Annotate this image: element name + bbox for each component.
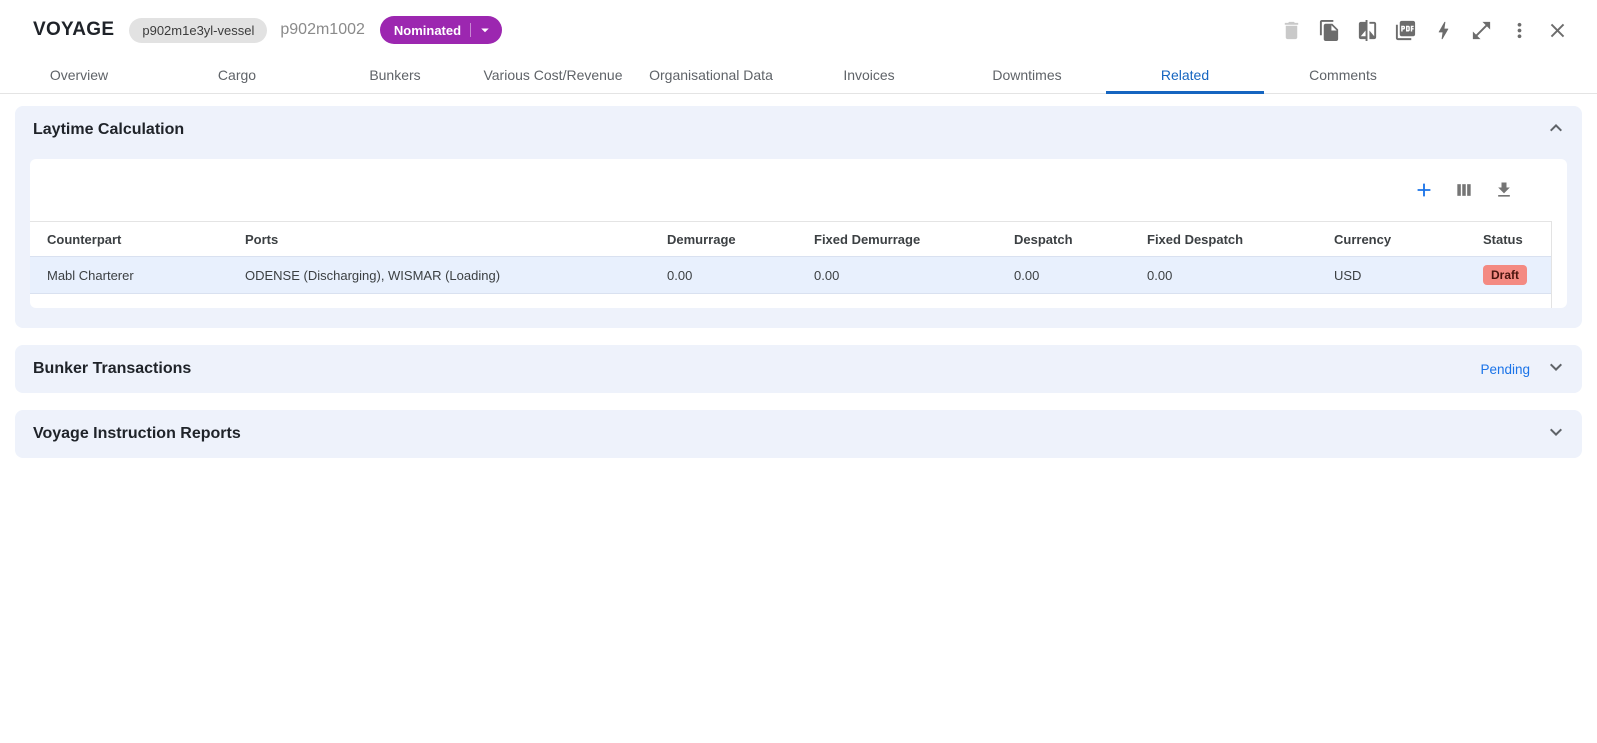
cell-status[interactable]: Draft bbox=[1466, 257, 1551, 294]
add-icon[interactable] bbox=[1413, 179, 1435, 201]
cell-despatch[interactable]: 0.00 bbox=[997, 257, 1130, 294]
voyage-code: p902m1002 bbox=[280, 21, 365, 39]
col-header-demurrage: Demurrage bbox=[650, 222, 797, 257]
laytime-section-header[interactable]: Laytime Calculation bbox=[15, 106, 1582, 154]
laytime-table-zone: Counterpart Ports Demurrage Fixed Demurr… bbox=[30, 221, 1567, 308]
tab-bunkers[interactable]: Bunkers bbox=[316, 60, 474, 93]
table-scrollbar-gutter[interactable] bbox=[1551, 221, 1567, 308]
section-laytime-calculation: Laytime Calculation bbox=[15, 106, 1582, 328]
cell-fixed-despatch[interactable]: 0.00 bbox=[1130, 257, 1317, 294]
laytime-section-title: Laytime Calculation bbox=[33, 121, 184, 139]
col-header-counterpart: Counterpart bbox=[30, 222, 228, 257]
expand-icon[interactable] bbox=[1470, 19, 1493, 42]
tab-bar: Overview Cargo Bunkers Various Cost/Reve… bbox=[0, 60, 1597, 94]
laytime-table-card: Counterpart Ports Demurrage Fixed Demurr… bbox=[30, 159, 1567, 308]
columns-icon[interactable] bbox=[1453, 179, 1475, 201]
voyage-status-label: Nominated bbox=[394, 23, 461, 38]
cell-fixed-demurrage[interactable]: 0.00 bbox=[797, 257, 997, 294]
laytime-table-toolbar bbox=[30, 159, 1567, 221]
cell-currency[interactable]: USD bbox=[1317, 257, 1466, 294]
col-header-despatch: Despatch bbox=[997, 222, 1130, 257]
table-header-row: Counterpart Ports Demurrage Fixed Demurr… bbox=[30, 222, 1551, 257]
col-header-ports: Ports bbox=[228, 222, 650, 257]
col-header-fixed-demurrage: Fixed Demurrage bbox=[797, 222, 997, 257]
download-icon[interactable] bbox=[1493, 179, 1515, 201]
caret-down-icon bbox=[476, 21, 494, 39]
tab-organisational-data[interactable]: Organisational Data bbox=[632, 60, 790, 93]
status-badge: Draft bbox=[1483, 265, 1527, 285]
tab-comments[interactable]: Comments bbox=[1264, 60, 1422, 93]
tab-downtimes[interactable]: Downtimes bbox=[948, 60, 1106, 93]
vir-section-title: Voyage Instruction Reports bbox=[33, 425, 241, 443]
col-header-currency: Currency bbox=[1317, 222, 1466, 257]
col-header-status: Status bbox=[1466, 222, 1551, 257]
main-content: Laytime Calculation bbox=[0, 94, 1597, 458]
page-title: VOYAGE bbox=[33, 19, 114, 41]
table-row[interactable]: Mabl Charterer ODENSE (Discharging), WIS… bbox=[30, 257, 1551, 294]
window-header: VOYAGE p902m1e3yl-vessel p902m1002 Nomin… bbox=[0, 0, 1597, 60]
cell-counterpart[interactable]: Mabl Charterer bbox=[30, 257, 228, 294]
bunker-section-title: Bunker Transactions bbox=[33, 360, 191, 378]
tab-overview[interactable]: Overview bbox=[0, 60, 158, 93]
pending-status-link[interactable]: Pending bbox=[1480, 362, 1530, 377]
bunker-section-header[interactable]: Bunker Transactions Pending bbox=[15, 345, 1582, 393]
pdf-export-icon[interactable] bbox=[1394, 19, 1417, 42]
laytime-section-body: Counterpart Ports Demurrage Fixed Demurr… bbox=[15, 154, 1582, 328]
cell-demurrage[interactable]: 0.00 bbox=[650, 257, 797, 294]
chevron-down-icon[interactable] bbox=[1544, 355, 1568, 384]
tab-various-cost-revenue[interactable]: Various Cost/Revenue bbox=[474, 60, 632, 93]
vir-section-header[interactable]: Voyage Instruction Reports bbox=[15, 410, 1582, 458]
button-divider bbox=[470, 23, 471, 37]
voyage-status-dropdown[interactable]: Nominated bbox=[380, 16, 502, 44]
chevron-up-icon[interactable] bbox=[1544, 116, 1568, 145]
vessel-chip: p902m1e3yl-vessel bbox=[129, 18, 267, 43]
cell-ports[interactable]: ODENSE (Discharging), WISMAR (Loading) bbox=[228, 257, 650, 294]
col-header-fixed-despatch: Fixed Despatch bbox=[1130, 222, 1317, 257]
copy-icon[interactable] bbox=[1318, 19, 1341, 42]
more-options-icon[interactable] bbox=[1508, 19, 1531, 42]
close-icon[interactable] bbox=[1546, 19, 1569, 42]
delete-icon[interactable] bbox=[1280, 19, 1303, 42]
compare-icon[interactable] bbox=[1356, 19, 1379, 42]
tab-related[interactable]: Related bbox=[1106, 60, 1264, 93]
section-voyage-instruction-reports: Voyage Instruction Reports bbox=[15, 410, 1582, 458]
tab-invoices[interactable]: Invoices bbox=[790, 60, 948, 93]
laytime-table: Counterpart Ports Demurrage Fixed Demurr… bbox=[30, 221, 1551, 294]
chevron-down-icon[interactable] bbox=[1544, 420, 1568, 449]
section-bunker-transactions: Bunker Transactions Pending bbox=[15, 345, 1582, 393]
header-action-icons bbox=[1280, 19, 1569, 42]
tab-cargo[interactable]: Cargo bbox=[158, 60, 316, 93]
bolt-icon[interactable] bbox=[1432, 19, 1455, 42]
